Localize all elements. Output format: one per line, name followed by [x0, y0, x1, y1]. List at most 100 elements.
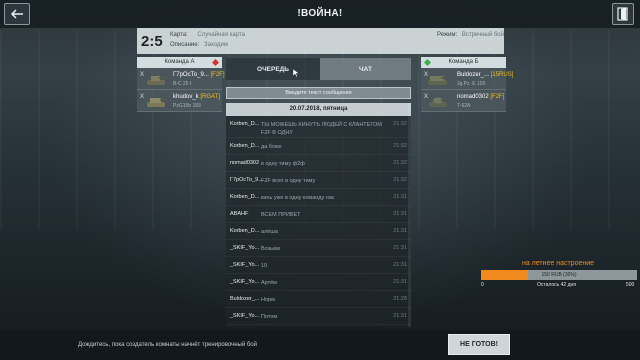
- chat-message-author[interactable]: Korben_D...: [230, 228, 259, 234]
- chat-message: Korben_D... да боже 21:32: [226, 138, 411, 155]
- player-status-icon: X: [140, 72, 145, 78]
- chat-message-time: 21:31: [393, 228, 407, 234]
- tab-chat[interactable]: ЧАТ: [320, 58, 411, 80]
- chat-message-time: 21:32: [393, 121, 407, 127]
- chat-message-time: 21:31: [393, 279, 407, 285]
- chat-message-text: Артём: [261, 280, 277, 286]
- player-tank-name: T-62A: [457, 103, 471, 109]
- chat-message-text: Норм: [261, 297, 275, 303]
- player-clan-tag: [RGAT]: [200, 94, 220, 100]
- promo-min-value: 0: [481, 282, 484, 288]
- tank-icon: [428, 76, 449, 85]
- chat-date-divider: 20.07.2018, пятница: [226, 103, 411, 116]
- team-a-player-row[interactable]: X khudov_k [RGAT] PzG15b 183: [137, 90, 222, 112]
- player-tank-name: PzG15b 183: [173, 103, 201, 109]
- team-b-player-row[interactable]: X Buldozer_... [15RUS] Jg.Pz. E 100: [421, 68, 513, 90]
- map-row: Карта: Случайная карта: [170, 32, 245, 38]
- chat-message-time: 21:31: [393, 262, 407, 268]
- chat-message-time: 21:28: [393, 296, 407, 302]
- description-value: Заходим: [203, 42, 229, 48]
- chat-message-author[interactable]: ABAHF: [230, 211, 248, 217]
- chat-message: _SKIF_Yo... Потом 21:31: [226, 308, 411, 325]
- chat-message: nomad0302 в одну тиму ф2ф 21:32: [226, 155, 411, 172]
- team-b-header: Команда Б: [421, 57, 506, 68]
- chat-message: Г7рОсТо_9... F2F всех в одну тиму 21:32: [226, 172, 411, 189]
- team-a-diamond-icon: [212, 59, 219, 66]
- player-nickname: Buldozer_...: [457, 72, 490, 78]
- team-a-player-row[interactable]: X Г7рОсТо_9... [F2F] B-C 25 t: [137, 68, 225, 90]
- map-label: Карта:: [170, 32, 188, 38]
- tank-icon: [429, 97, 449, 107]
- chat-message-author[interactable]: Г7рОсТо_9...: [230, 177, 263, 183]
- team-a-header: Команда А: [137, 57, 222, 68]
- chat-message-author[interactable]: Korben_D...: [230, 143, 259, 149]
- player-name: Buldozer_... [15RUS]: [457, 72, 513, 78]
- mode-label: Режим:: [437, 32, 458, 38]
- chat-message-author[interactable]: Buldozer_...: [230, 296, 259, 302]
- player-name: Г7рОсТо_9... [F2F]: [173, 72, 225, 78]
- mode-row: Режим: Встречный бой: [437, 32, 504, 38]
- chat-message-author[interactable]: _SKIF_Yo...: [230, 245, 259, 251]
- description-row: Описание: Заходим: [170, 42, 228, 48]
- chat-message-author[interactable]: _SKIF_Yo...: [230, 279, 259, 285]
- chat-message-author[interactable]: Korben_D...: [230, 194, 259, 200]
- chat-message: Buldozer_... Норм 21:28: [226, 291, 411, 308]
- chat-message-list: Korben_D... ТЫ МОЖЕШЬ КИНУТЬ ЛЮДЕЙ С КЛАН…: [226, 116, 411, 325]
- chat-message: ABAHF ВСЕМ ПРИВЕТ 21:31: [226, 206, 411, 223]
- chat-message: _SKIF_Yo... 10 21:31: [226, 257, 411, 274]
- promo-progress-label: 150 RUB (30%): [541, 272, 577, 278]
- chat-message-input[interactable]: Введите текст сообщения: [226, 87, 411, 99]
- team-b-title: Команда Б: [448, 59, 479, 65]
- chat-message-time: 21:31: [393, 313, 407, 319]
- room-timer: 2:5: [141, 33, 163, 50]
- player-name: nomad0302 [F2F]: [457, 94, 504, 100]
- player-clan-tag: [F2F]: [490, 94, 505, 100]
- player-tank-name: B-C 25 t: [173, 81, 192, 87]
- chat-message-time: 21:32: [393, 160, 407, 166]
- chat-message-author[interactable]: nomad0302: [230, 160, 259, 166]
- tank-icon: [147, 98, 167, 107]
- promo-max-value: 500: [626, 282, 635, 288]
- chat-message-text: в одну тиму ф2ф: [261, 161, 305, 167]
- promo-progress-bar: 150 RUB (30%): [481, 270, 637, 280]
- chat-message-text: алёша: [261, 229, 278, 235]
- page-title: !ВОЙНА!: [297, 8, 343, 19]
- player-nickname: khudov_k: [173, 94, 199, 100]
- chat-message-time: 21:32: [393, 143, 407, 149]
- player-name: khudov_k [RGAT]: [173, 94, 220, 100]
- chat-message-time: 21:31: [393, 194, 407, 200]
- chat-message-author[interactable]: _SKIF_Yo...: [230, 262, 259, 268]
- promo-remaining-text: Осталось 42 дня: [537, 282, 576, 288]
- tank-icon: [147, 76, 167, 85]
- chat-message: Korben_D... ТЫ МОЖЕШЬ КИНУТЬ ЛЮДЕЙ С КЛАН…: [226, 116, 411, 138]
- team-a-title: Команда А: [164, 59, 195, 65]
- chat-message: _SKIF_Yo... Возьми 21:31: [226, 240, 411, 257]
- top-bar: !ВОЙНА!: [0, 0, 640, 28]
- chat-message-text: Возьми: [261, 246, 280, 252]
- room-info-panel: 2:5 Карта: Случайная карта Описание: Зах…: [137, 28, 504, 54]
- exit-room-button[interactable]: [612, 3, 634, 25]
- chat-log[interactable]: 20.07.2018, пятница Korben_D... ТЫ МОЖЕШЬ…: [226, 103, 411, 327]
- chat-message-text: F2F всех в одну тиму: [261, 178, 316, 184]
- chat-scrollbar[interactable]: [408, 103, 411, 327]
- chat-message-text: да боже: [261, 144, 282, 150]
- chat-message-author[interactable]: _SKIF_Yo...: [230, 313, 259, 319]
- player-clan-tag: [15RUS]: [490, 72, 514, 78]
- player-nickname: Г7рОсТо_9...: [173, 72, 209, 78]
- tab-queue[interactable]: ОЧЕРЕДЬ: [226, 58, 320, 80]
- bottom-bar: Дождитесь, пока создатель комнаты начнёт…: [0, 330, 640, 360]
- mouse-cursor-icon: [293, 69, 299, 77]
- chat-message-text: кинь уже в одну команду нас: [261, 195, 335, 201]
- map-value: Случайная карта: [197, 32, 245, 38]
- team-a-panel: Команда А X Г7рОсТо_9... [F2F] B-C 25 t …: [137, 57, 225, 112]
- chat-message-text: ВСЕМ ПРИВЕТ: [261, 212, 301, 218]
- chat-message: Korben_D... алёша 21:31: [226, 223, 411, 240]
- chat-input-placeholder: Введите текст сообщения: [285, 90, 352, 96]
- chat-message-text: 10: [261, 263, 268, 269]
- chat-message: Korben_D... кинь уже в одну команду нас 21…: [226, 189, 411, 206]
- team-b-player-row[interactable]: X nomad0302 [F2F] T-62A: [421, 90, 506, 112]
- mode-value: Встречный бой: [461, 32, 504, 38]
- chat-message-author[interactable]: Korben_D...: [230, 121, 259, 127]
- chat-message: _SKIF_Yo... Артём 21:31: [226, 274, 411, 291]
- not-ready-button[interactable]: НЕ ГОТОВ!: [448, 334, 510, 355]
